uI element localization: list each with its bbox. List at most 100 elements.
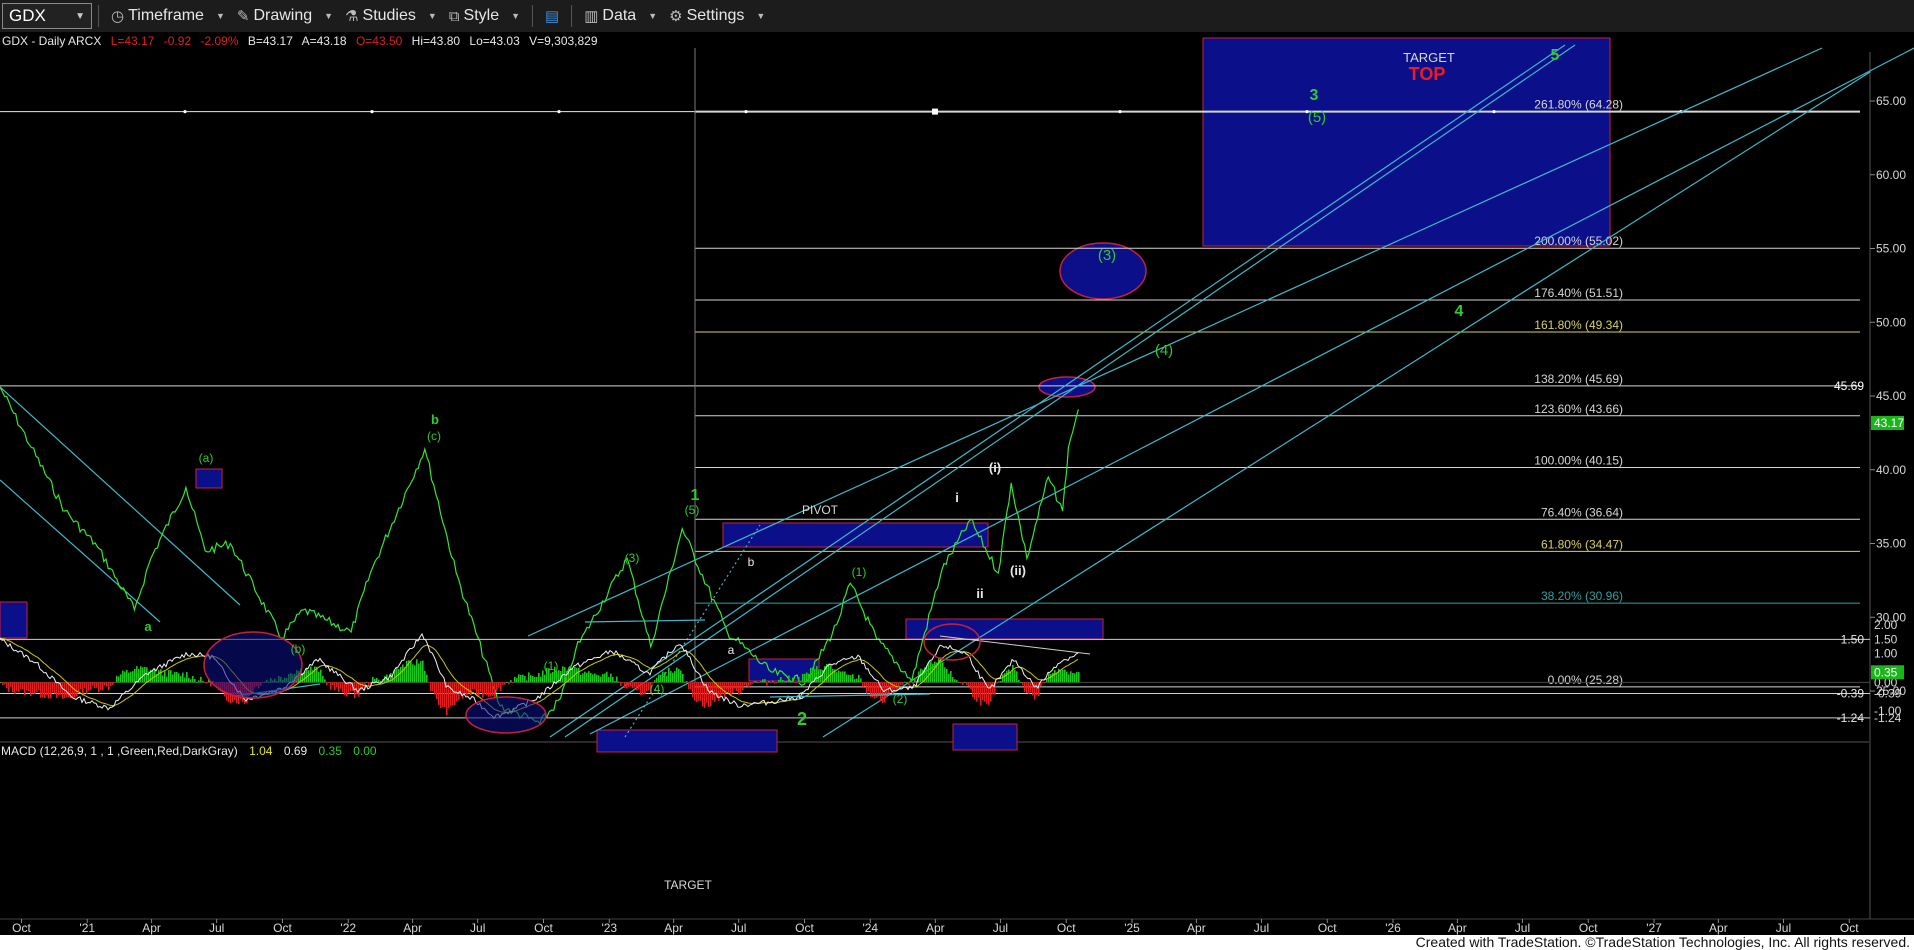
- macd-histogram-bar: [998, 681, 1000, 683]
- macd-histogram-bar: [802, 673, 804, 683]
- macd-histogram-bar: [942, 662, 944, 683]
- macd-value-4: 0.00: [353, 744, 377, 758]
- macd-histogram-bar: [1042, 682, 1044, 684]
- macd-histogram-bar: [58, 682, 60, 696]
- macd-histogram-bar: [412, 664, 414, 683]
- macd-histogram-bar: [104, 682, 106, 686]
- macd-histogram-bar: [1000, 681, 1002, 683]
- macd-histogram-bar: [718, 682, 720, 701]
- layout-button[interactable]: ▤: [539, 7, 565, 25]
- macd-axis-label: -0.39: [1874, 687, 1902, 701]
- symbol-selector[interactable]: GDX ▼: [2, 3, 92, 29]
- level-price-tag: 45.69: [1834, 379, 1864, 393]
- macd-histogram-bar: [1012, 664, 1014, 683]
- macd-histogram-bar: [868, 682, 870, 692]
- price-chart[interactable]: GDX - Daily ARCX L=43.17 -0.92 -2.09% B=…: [0, 32, 1914, 935]
- macd-histogram-bar: [190, 679, 192, 683]
- macd-histogram-bar: [600, 676, 602, 683]
- chevron-down-icon: ▼: [648, 11, 658, 21]
- footer: Created with TradeStation. ©TradeStation…: [0, 935, 1914, 950]
- macd-histogram-bar: [734, 682, 736, 689]
- macd-histogram-bar: [702, 682, 704, 707]
- macd-histogram-bar: [120, 674, 122, 683]
- macd-histogram-bar: [1018, 679, 1020, 683]
- macd-histogram-bar: [470, 682, 472, 695]
- macd-histogram-bar: [132, 671, 134, 683]
- macd-histogram-bar: [726, 682, 728, 691]
- macd-histogram-bar: [786, 681, 788, 683]
- macd-histogram-bar: [612, 676, 614, 683]
- clock-icon: ◷: [111, 8, 125, 25]
- macd-histogram-bar: [858, 674, 860, 683]
- fib-marker: [1492, 110, 1496, 114]
- macd-histogram-bar: [928, 661, 930, 683]
- macd-histogram-bar: [324, 679, 326, 683]
- price-axis-label: 45.00: [1876, 389, 1906, 403]
- macd-histogram-bar: [102, 682, 104, 691]
- macd-ellipse: [203, 631, 303, 699]
- macd-histogram-bar: [1006, 670, 1008, 683]
- macd-histogram-bar: [798, 676, 800, 683]
- settings-menu[interactable]: ⚙ Settings ▼: [663, 7, 771, 25]
- header-open: O=43.50: [356, 34, 403, 48]
- macd-histogram-bar: [184, 677, 186, 683]
- macd-histogram-bar: [514, 676, 516, 683]
- macd-histogram-bar: [536, 677, 538, 683]
- macd-histogram-bar: [122, 670, 124, 683]
- macd-histogram-bar: [516, 678, 518, 683]
- macd-histogram-bar: [900, 682, 902, 685]
- wave-label-4-paren-target: (4): [1155, 342, 1173, 359]
- macd-histogram-bar: [1050, 674, 1052, 683]
- macd-histogram-bar: [472, 682, 474, 690]
- chevron-down-icon: ▼: [324, 11, 334, 21]
- macd-histogram-bar: [608, 677, 610, 683]
- macd-histogram-bar: [180, 676, 182, 683]
- time-axis-label: Jul: [1254, 921, 1269, 935]
- macd-histogram-bar: [594, 673, 596, 683]
- data-menu[interactable]: ▥ Data ▼: [578, 7, 663, 25]
- macd-histogram-bar: [610, 673, 612, 683]
- style-menu[interactable]: ⧉ Style ▼: [443, 7, 526, 25]
- timeframe-menu[interactable]: ◷ Timeframe ▼: [105, 7, 231, 25]
- macd-histogram-bar: [4, 682, 6, 685]
- macd-axis-label: -1.24: [1874, 711, 1902, 725]
- drawing-menu[interactable]: ✎ Drawing ▼: [231, 7, 339, 25]
- timeframe-label: Timeframe: [128, 7, 204, 24]
- time-axis-label: Jul: [209, 921, 224, 935]
- macd-histogram-bar: [490, 682, 492, 697]
- time-axis-label: Apr: [1187, 921, 1206, 935]
- macd-histogram-bar: [322, 675, 324, 683]
- macd-histogram-bar: [198, 680, 200, 683]
- macd-histogram-bar: [908, 682, 910, 686]
- macd-histogram-bar: [844, 671, 846, 683]
- wave-label-c-paren: (c): [427, 429, 441, 443]
- macd-histogram-bar: [518, 674, 520, 683]
- macd-histogram-bar: [194, 679, 196, 683]
- macd-histogram-bar: [126, 669, 128, 683]
- macd-histogram-bar: [474, 682, 476, 690]
- macd-histogram-bar: [912, 682, 914, 684]
- time-axis-label: Oct: [1318, 921, 1337, 935]
- macd-histogram-bar: [170, 670, 172, 683]
- time-axis-label: Oct: [534, 921, 553, 935]
- macd-histogram-bar: [632, 682, 634, 689]
- macd-histogram-bar: [320, 669, 322, 683]
- macd-histogram-bar: [808, 673, 810, 683]
- studies-menu[interactable]: ⚗ Studies ▼: [339, 7, 443, 25]
- macd-histogram-bar: [730, 682, 732, 697]
- top-label: TOP: [1409, 64, 1446, 84]
- macd-histogram-bar: [974, 682, 976, 700]
- macd-histogram-bar: [520, 674, 522, 683]
- macd-histogram-bar: [158, 670, 160, 683]
- macd-reference-label: 1.50: [1841, 632, 1865, 646]
- macd-histogram-bar: [84, 682, 86, 689]
- wave-label-ii: ii: [976, 586, 983, 601]
- macd-histogram-bar: [580, 674, 582, 683]
- macd-histogram-bar: [140, 666, 142, 683]
- price-axis-label: 60.00: [1876, 168, 1906, 182]
- macd-histogram-bar: [12, 682, 14, 693]
- macd-histogram-bar: [436, 682, 438, 699]
- macd-histogram-bar: [620, 682, 622, 686]
- chevron-down-icon: ▼: [215, 11, 225, 21]
- macd-histogram-bar: [330, 682, 332, 690]
